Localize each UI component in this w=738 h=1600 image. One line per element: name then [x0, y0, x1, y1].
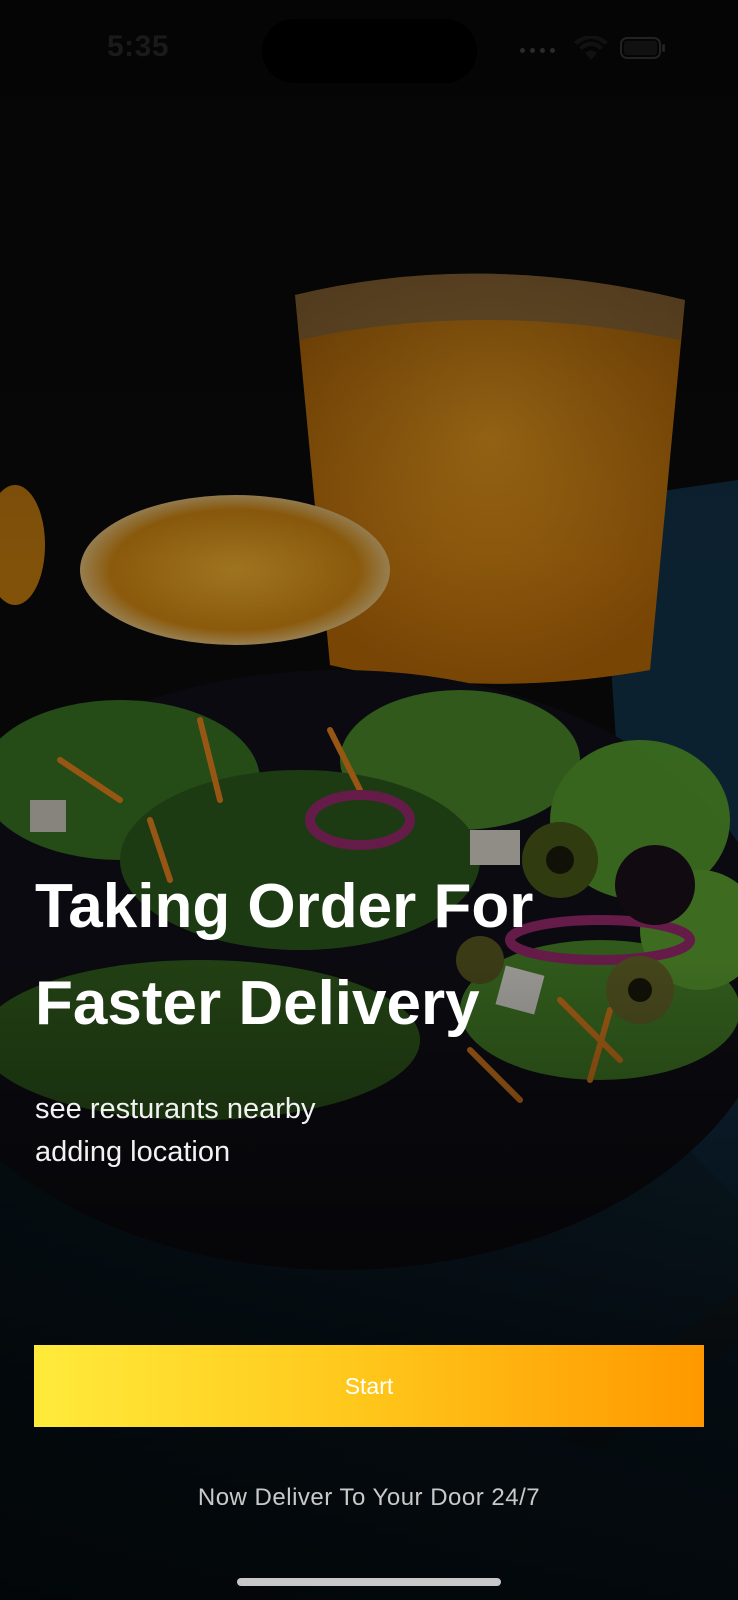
- status-time: 5:35: [107, 30, 170, 63]
- hero-title-line2: Faster Delivery: [35, 969, 480, 1038]
- delivery-tagline: Now Deliver To Your Door 24/7: [197, 1484, 541, 1511]
- hero-title: Taking Order For Faster Delivery: [35, 858, 655, 1052]
- hero-subtitle-line1: see resturants nearby: [35, 1093, 316, 1125]
- wifi-icon: [574, 36, 608, 60]
- start-button[interactable]: Start: [34, 1345, 704, 1427]
- hero-subtitle: see resturants nearby adding location: [35, 1088, 455, 1174]
- cellular-signal-icon: [520, 48, 555, 53]
- dynamic-island: [262, 19, 477, 83]
- home-indicator[interactable]: [237, 1578, 501, 1586]
- hero-title-line1: Taking Order For: [35, 872, 534, 941]
- battery-icon: [620, 37, 665, 59]
- hero-subtitle-line2: adding location: [35, 1136, 231, 1168]
